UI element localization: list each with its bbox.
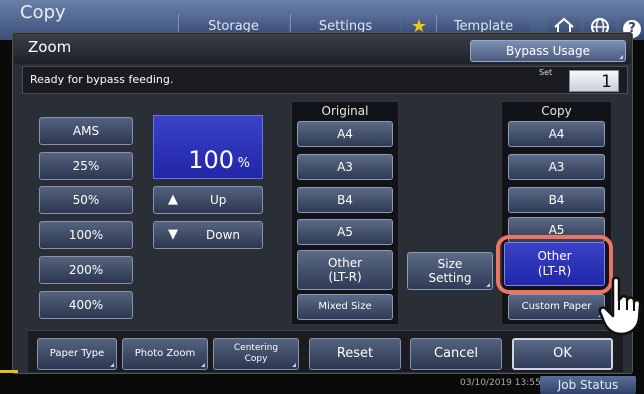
original-a4-button[interactable]: A4 (297, 121, 393, 147)
size-setting-line1: Size (437, 257, 463, 271)
zoom-25-button[interactable]: 25% (39, 152, 133, 180)
up-arrow-icon: ▲ (168, 192, 178, 207)
original-other-line1: Other (327, 256, 363, 270)
app-title: Copy (20, 2, 66, 23)
pointing-hand-icon (597, 276, 642, 336)
sub-menu-indicator-icon (486, 283, 490, 287)
original-other-button[interactable]: Other (LT-R) (297, 250, 393, 290)
custom-paper-label: Custom Paper (521, 301, 592, 312)
zoom-up-label: Up (210, 193, 227, 207)
zoom-value-display: 100 % (153, 115, 263, 179)
paper-type-button[interactable]: Paper Type (37, 338, 117, 370)
footer-datetime: 03/10/2019 13:55 (460, 378, 541, 388)
bypass-usage-button[interactable]: Bypass Usage (470, 40, 626, 62)
paper-type-label: Paper Type (49, 348, 105, 359)
original-header: Original (321, 104, 369, 118)
size-setting-line2: Setting (428, 271, 472, 285)
footer-time: 13:55 (514, 378, 541, 388)
set-label: Set (539, 68, 553, 77)
zoom-50-button[interactable]: 50% (39, 186, 133, 214)
job-status-button[interactable]: Job Status (540, 376, 636, 394)
sub-menu-indicator-icon (619, 55, 623, 59)
sub-menu-indicator-icon (292, 363, 296, 367)
footer-date: 03/10/2019 (460, 378, 512, 388)
original-a5-button[interactable]: A5 (297, 219, 393, 245)
cancel-button[interactable]: Cancel (410, 338, 502, 370)
size-setting-button[interactable]: Size Setting (407, 252, 493, 290)
copy-other-line2: (LT-R) (537, 264, 572, 278)
zoom-up-button[interactable]: ▲ Up (153, 186, 263, 214)
copy-other-line1: Other (537, 249, 572, 263)
copy-a3-button[interactable]: A3 (508, 154, 605, 180)
original-b4-button[interactable]: B4 (297, 187, 393, 213)
centering-copy-button[interactable]: Centering Copy (213, 338, 299, 370)
zoom-ams-button[interactable]: AMS (39, 117, 133, 145)
original-other-line2: (LT-R) (328, 270, 362, 284)
mixed-size-button[interactable]: Mixed Size (297, 294, 393, 320)
copy-a4-button[interactable]: A4 (508, 121, 605, 147)
ok-button[interactable]: OK (512, 338, 613, 370)
copy-count-field[interactable]: 1 (569, 70, 619, 92)
centering-line1: Centering (233, 343, 279, 353)
bypass-usage-label: Bypass Usage (505, 44, 590, 58)
original-a3-button[interactable]: A3 (297, 154, 393, 180)
copy-header: Copy (541, 104, 572, 118)
reset-button[interactable]: Reset (309, 338, 401, 370)
copy-other-button[interactable]: Other (LT-R) (504, 242, 605, 286)
accent-line (0, 370, 18, 373)
zoom-value: 100 (188, 146, 234, 174)
photo-zoom-button[interactable]: Photo Zoom (122, 338, 208, 370)
down-arrow-icon: ▼ (168, 227, 178, 242)
sub-menu-indicator-icon (110, 363, 114, 367)
zoom-down-button[interactable]: ▼ Down (153, 221, 263, 249)
copy-b4-button[interactable]: B4 (508, 187, 605, 213)
zoom-200-button[interactable]: 200% (39, 256, 133, 284)
sub-menu-indicator-icon (201, 363, 205, 367)
centering-line2: Copy (244, 354, 268, 364)
status-message: Ready for bypass feeding. (30, 73, 174, 86)
photo-zoom-label: Photo Zoom (134, 348, 196, 359)
zoom-100-button[interactable]: 100% (39, 221, 133, 249)
page-title: Zoom (28, 38, 72, 56)
zoom-down-label: Down (206, 228, 241, 242)
custom-paper-button[interactable]: Custom Paper (508, 294, 605, 320)
zoom-400-button[interactable]: 400% (39, 291, 133, 319)
zoom-unit: % (237, 156, 250, 171)
